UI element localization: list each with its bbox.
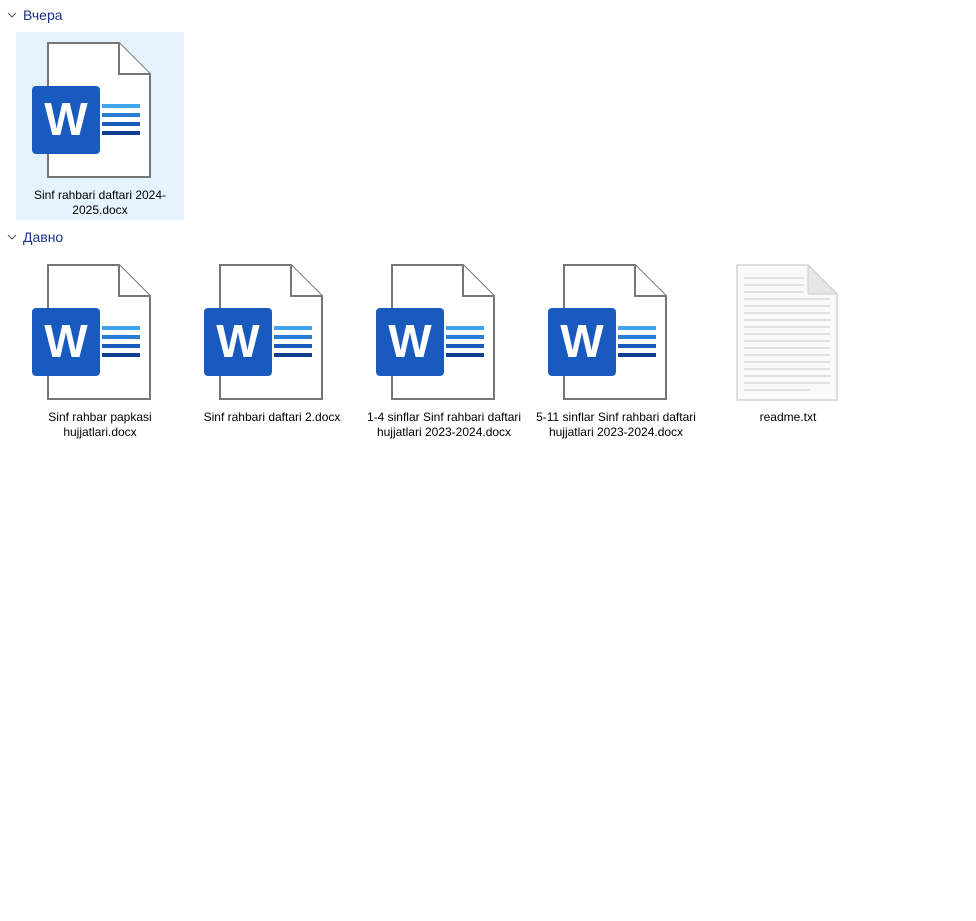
file-item[interactable]: W 5-11 sinflar Sinf rahbari daftari hujj… <box>532 254 700 442</box>
svg-text:W: W <box>216 315 260 367</box>
text-document-icon <box>720 264 840 404</box>
file-name: Sinf rahbar papkasi hujjatlari.docx <box>48 410 152 439</box>
file-name: 5-11 sinflar Sinf rahbari daftari hujjat… <box>536 410 696 439</box>
file-name: readme.txt <box>759 410 817 424</box>
file-name: 1-4 sinflar Sinf rahbari daftari hujjatl… <box>366 410 522 439</box>
svg-text:W: W <box>44 315 88 367</box>
svg-text:W: W <box>44 93 88 145</box>
file-item[interactable]: W Sinf rahbari daftari 2024-2025.docx <box>16 32 184 220</box>
group-header-yesterday[interactable]: Вчера <box>6 6 63 24</box>
svg-text:W: W <box>560 315 604 367</box>
word-document-icon: W <box>32 264 152 404</box>
svg-text:W: W <box>388 315 432 367</box>
word-document-icon: W <box>32 42 152 182</box>
word-document-icon: W <box>204 264 324 404</box>
group-header-long-ago[interactable]: Давно <box>6 228 63 246</box>
file-item[interactable]: W Sinf rahbar papkasi hujjatlari.docx <box>16 254 184 442</box>
file-explorer-view: Вчера W Sinf rahbari daftari 2024-2025.d… <box>0 0 976 921</box>
chevron-down-icon <box>6 9 18 21</box>
file-item[interactable]: readme.txt <box>704 254 872 442</box>
word-document-icon: W <box>376 264 496 404</box>
chevron-down-icon <box>6 231 18 243</box>
file-item[interactable]: W 1-4 sinflar Sinf rahbari daftari hujja… <box>360 254 528 442</box>
group-header-label: Вчера <box>23 7 63 23</box>
group-header-label: Давно <box>23 229 64 245</box>
file-name: Sinf rahbari daftari 2024-2025.docx <box>33 188 167 217</box>
word-document-icon: W <box>548 264 668 404</box>
file-name: Sinf rahbari daftari 2.docx <box>203 410 341 424</box>
file-item[interactable]: W Sinf rahbari daftari 2.docx <box>188 254 356 442</box>
